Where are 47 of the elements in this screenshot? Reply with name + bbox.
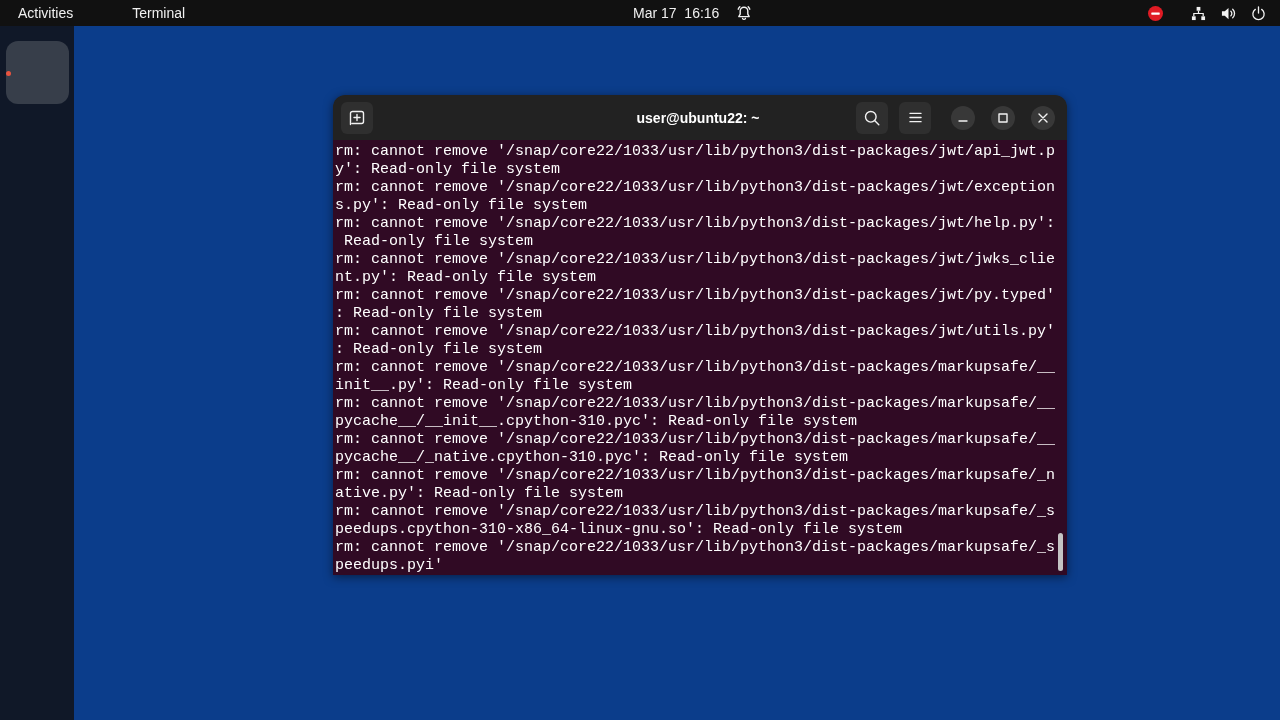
clock-button[interactable]: Mar 17 16:16: [623, 1, 763, 25]
close-button[interactable]: [1031, 105, 1055, 130]
app-tile[interactable]: [6, 41, 69, 104]
maximize-button[interactable]: [991, 105, 1015, 130]
output-line: rm: cannot remove '/snap/core22/1033/usr/lib/python3/dist-packages/jwt/api_jwt.p: [335, 143, 1056, 161]
minimize-button[interactable]: [951, 105, 975, 130]
power-icon: [1251, 5, 1266, 21]
output-line: rm: cannot remove '/snap/core22/1033/usr/lib/python3/dist-packages/markupsafe/__: [335, 431, 1056, 449]
network-icon: [1191, 5, 1206, 21]
output-line: rm: cannot remove '/snap/core22/1033/usr/lib/python3/dist-packages/jwt/exception: [335, 179, 1056, 197]
output-line: rm: cannot remove '/snap/core22/1033/usr/lib/python3/dist-packages/markupsafe/_s: [335, 539, 1056, 557]
output-line: rm: cannot remove '/snap/core22/1033/usr/lib/python3/dist-packages/markupsafe/_s: [335, 503, 1056, 521]
output-line: rm: cannot remove '/snap/core22/1033/usr/lib/python3/dist-packages/jwt/py.typed': [335, 287, 1056, 305]
output-line: init__.py': Read-only file system: [335, 377, 633, 395]
output-line: Read-only file system: [343, 233, 534, 251]
search-button[interactable]: [856, 101, 888, 134]
output-line: ative.py': Read-only file system: [335, 485, 624, 503]
output-line: rm: cannot remove '/snap/core22/1033/usr/lib/python3/dist-packages/jwt/utils.py': [335, 323, 1056, 341]
output-line: nt.py': Read-only file system: [335, 269, 597, 287]
output-line: rm: cannot remove '/snap/core22/1033/usr/lib/python3/dist-packages/markupsafe/__: [335, 359, 1056, 377]
output-line: peedups.cpython-310-x86_64-linux-gnu.so': Read-only file system: [335, 521, 903, 539]
minimize-icon: [958, 119, 968, 122]
scrollbar-thumb[interactable]: [1058, 533, 1063, 571]
output-line: rm: cannot remove '/snap/core22/1033/usr/lib/python3/dist-packages/markupsafe/_n: [335, 467, 1056, 485]
app-menu-button[interactable]: Terminal: [122, 1, 196, 25]
close-icon: [1038, 112, 1048, 123]
output-line: : Read-only file system: [335, 305, 543, 323]
plus-square-icon: [349, 109, 365, 126]
menu-button[interactable]: [899, 101, 931, 134]
output-line: peedups.pyi': [335, 557, 444, 575]
output-line: : Read-only file system: [335, 341, 543, 359]
window-title: user@ubuntu22: ~: [636, 109, 760, 126]
maximize-icon: [998, 112, 1008, 123]
bell-icon: [736, 5, 753, 21]
output-line: pycache__/_native.cpython-310.pyc': Read-only file system: [335, 449, 849, 467]
output-line: rm: cannot remove '/snap/core22/1033/usr/lib/python3/dist-packages/jwt/help.py':: [335, 215, 1056, 233]
stop-icon[interactable]: [1148, 5, 1163, 21]
new-tab-button[interactable]: [341, 101, 373, 134]
output-line: pycache__/__init__.cpython-310.pyc': Read-only file system: [335, 413, 858, 431]
output-line: s.py': Read-only file system: [335, 197, 588, 215]
output-line: rm: cannot remove '/snap/core22/1033/usr/lib/python3/dist-packages/markupsafe/__: [335, 395, 1056, 413]
speaker-icon: [1221, 5, 1236, 21]
menu-icon: [908, 112, 922, 123]
output-line: rm: cannot remove '/snap/core22/1033/usr/lib/python3/dist-packages/jwt/jwks_clie: [335, 251, 1056, 269]
output-line: y': Read-only file system: [335, 161, 561, 179]
activities-button[interactable]: Activities: [8, 1, 84, 25]
search-icon: [864, 109, 880, 126]
